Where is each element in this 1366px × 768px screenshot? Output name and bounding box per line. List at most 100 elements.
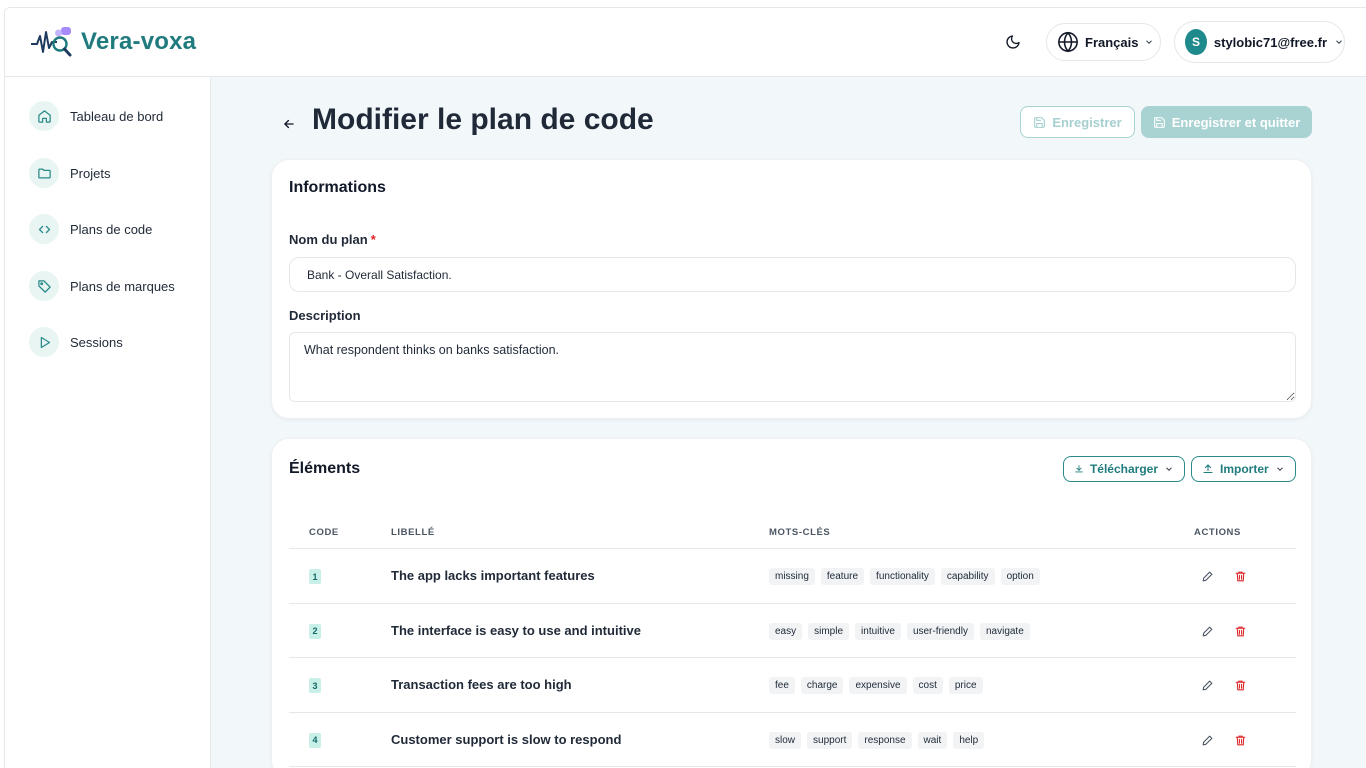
information-card: Informations Nom du plan* Description Wh… [271, 159, 1312, 419]
keyword-list: slow support response wait help [769, 731, 985, 749]
description-textarea[interactable]: What respondent thinks on banks satisfac… [289, 332, 1296, 402]
column-header-label: LIBELLÉ [391, 527, 435, 538]
chevron-down-icon [1164, 464, 1174, 474]
keyword-tag: price [948, 677, 983, 694]
code-badge: 2 [309, 623, 321, 639]
elements-card: Éléments Télécharger Importer CODE LIBEL… [271, 438, 1312, 768]
sidebar-item-brand-plans[interactable]: Plans de marques [29, 270, 175, 302]
row-label: The interface is easy to use and intuiti… [391, 622, 641, 638]
table-row: 1 The app lacks important features missi… [289, 549, 1296, 604]
keyword-tag: wait [917, 731, 948, 749]
keyword-tag: intuitive [855, 622, 901, 640]
app-logo[interactable]: Vera-voxa [29, 22, 196, 62]
import-button[interactable]: Importer [1191, 456, 1296, 482]
information-title: Informations [289, 179, 386, 196]
page-title: Modifier le plan de code [312, 103, 654, 136]
sidebar-item-label: Plans de marques [70, 278, 175, 294]
keyword-tag: easy [769, 622, 803, 640]
app-name: Vera-voxa [81, 28, 197, 55]
keyword-list: fee charge expensive cost price [769, 677, 983, 694]
elements-title: Éléments [289, 460, 361, 477]
user-menu-button[interactable]: S stylobic71@free.fr [1174, 21, 1345, 63]
trash-icon[interactable] [1234, 625, 1248, 639]
plan-name-input[interactable] [289, 257, 1296, 292]
table-header: CODE LIBELLÉ MOTS-CLÉS ACTIONS [289, 519, 1296, 549]
save-button[interactable]: Enregistrer [1020, 106, 1135, 138]
column-header-keywords: MOTS-CLÉS [769, 527, 831, 538]
edit-icon[interactable] [1201, 570, 1215, 584]
keyword-tag: capability [940, 568, 995, 585]
keyword-tag: missing [769, 568, 815, 585]
sidebar-item-code-plans[interactable]: Plans de code [29, 213, 152, 245]
app-frame: Vera-voxa Français S stylobic71@free.fr … [4, 7, 1366, 768]
save-and-quit-label: Enregistrer et quitter [1171, 114, 1301, 130]
keyword-list: easy simple intuitive user-friendly navi… [769, 622, 1030, 640]
description-label: Description [289, 308, 361, 323]
keyword-tag: simple [808, 622, 850, 640]
row-label: Customer support is slow to respond [391, 731, 622, 747]
sidebar-item-label: Plans de code [70, 221, 153, 237]
sidebar-item-label: Tableau de bord [70, 108, 164, 124]
back-button[interactable] [279, 114, 299, 134]
download-button[interactable]: Télécharger [1063, 456, 1185, 482]
moon-icon [1006, 35, 1020, 49]
required-mark: * [370, 232, 376, 247]
code-icon [29, 214, 59, 244]
row-label: Transaction fees are too high [391, 677, 572, 692]
play-icon [29, 327, 59, 357]
save-button-label: Enregistrer [1052, 114, 1122, 130]
row-label: The app lacks important features [391, 568, 595, 583]
keyword-tag: option [1000, 568, 1040, 585]
plan-name-label: Nom du plan * [289, 232, 376, 247]
save-icon [1153, 116, 1165, 128]
sidebar-item-sessions[interactable]: Sessions [29, 326, 123, 358]
table-row: 2 The interface is easy to use and intui… [289, 604, 1296, 658]
download-label: Télécharger [1089, 462, 1158, 476]
edit-icon[interactable] [1201, 625, 1215, 639]
trash-icon[interactable] [1234, 570, 1248, 584]
globe-icon [1058, 31, 1078, 53]
trash-icon[interactable] [1234, 734, 1248, 748]
sidebar-item-dashboard[interactable]: Tableau de bord [29, 100, 163, 132]
upload-icon [1203, 464, 1213, 474]
code-badge: 1 [309, 569, 321, 584]
sidebar-item-projects[interactable]: Projets [29, 157, 110, 189]
folder-icon [29, 158, 59, 188]
trash-icon[interactable] [1234, 679, 1248, 693]
code-badge: 4 [309, 732, 321, 748]
edit-icon[interactable] [1201, 734, 1215, 748]
top-header: Vera-voxa Français S stylobic71@free.fr [5, 8, 1366, 77]
edit-icon[interactable] [1201, 679, 1215, 693]
save-icon [1034, 116, 1046, 128]
avatar: S [1185, 29, 1207, 55]
code-badge: 3 [309, 678, 321, 693]
keyword-tag: navigate [979, 622, 1030, 640]
user-email: stylobic71@free.fr [1213, 34, 1327, 50]
keyword-tag: fee [769, 677, 795, 694]
language-selector[interactable]: Français [1046, 23, 1161, 61]
keyword-tag: charge [800, 677, 844, 694]
plan-name-label-text: Nom du plan [289, 232, 368, 247]
logo-icon [31, 27, 72, 57]
keyword-tag: feature [820, 568, 865, 585]
import-label: Importer [1220, 462, 1269, 476]
table-row: 4 Customer support is slow to respond sl… [289, 713, 1296, 767]
language-label: Français [1085, 34, 1139, 50]
chevron-down-icon [1144, 37, 1154, 47]
column-header-actions: ACTIONS [1194, 527, 1241, 538]
sidebar-item-label: Sessions [70, 334, 123, 350]
sidebar-item-label: Projets [70, 165, 111, 181]
save-and-quit-button[interactable]: Enregistrer et quitter [1141, 106, 1312, 138]
keyword-tag: help [953, 731, 985, 749]
chevron-down-icon [1275, 464, 1285, 474]
home-icon [29, 101, 59, 131]
keyword-tag: slow [769, 731, 802, 749]
column-header-code: CODE [309, 527, 339, 538]
keyword-list: missing feature functionality capability… [769, 568, 1040, 585]
keyword-tag: support [807, 731, 853, 749]
elements-table: CODE LIBELLÉ MOTS-CLÉS ACTIONS 1 The app… [289, 519, 1296, 767]
theme-toggle-button[interactable] [1001, 30, 1025, 54]
tag-icon [29, 271, 59, 301]
arrow-left-icon [284, 119, 294, 129]
keyword-tag: cost [912, 677, 943, 694]
